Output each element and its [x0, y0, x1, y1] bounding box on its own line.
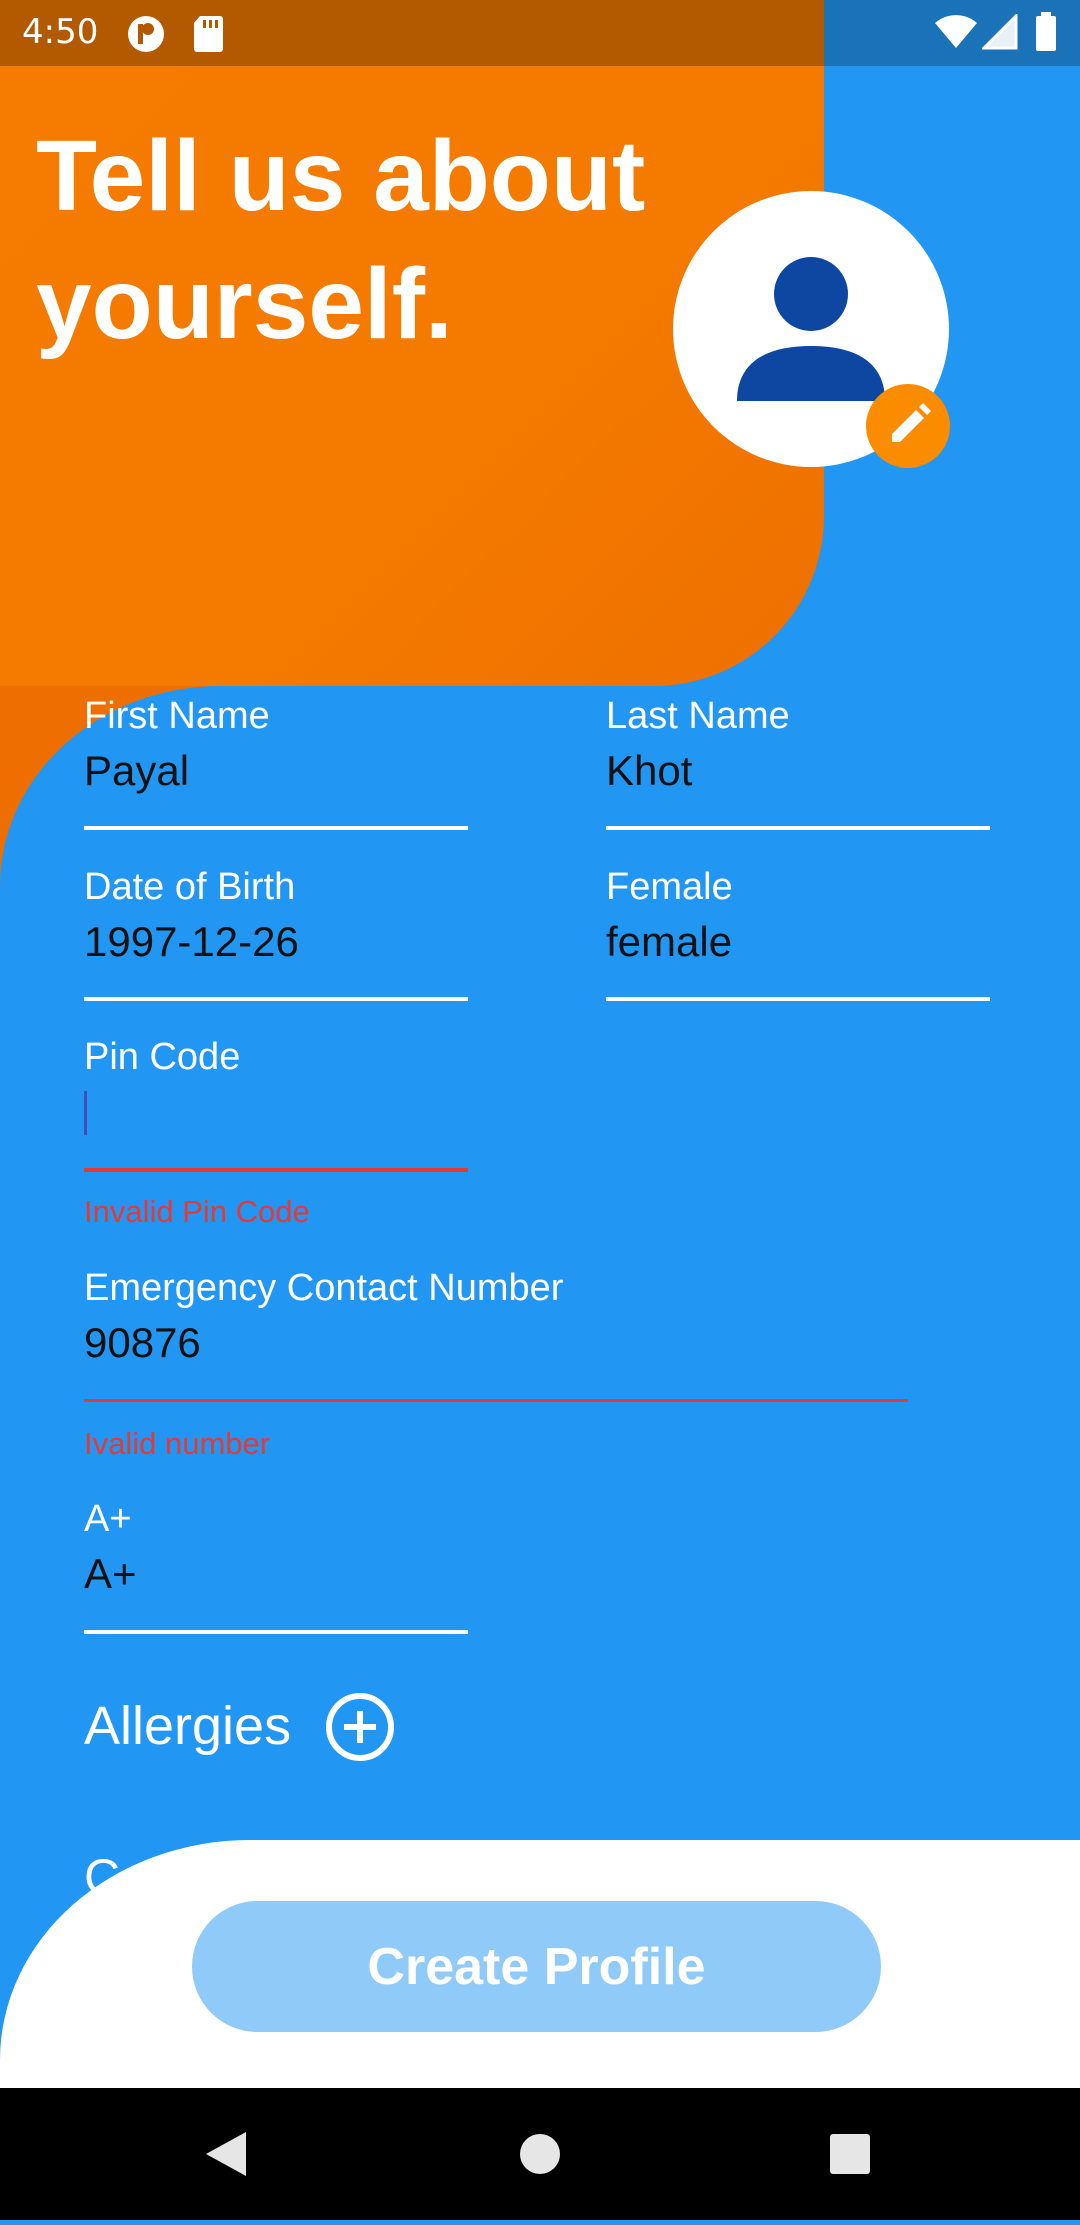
pencil-icon [892, 403, 931, 442]
pin-code-error: Invalid Pin Code [84, 1194, 310, 1229]
dob-underline [84, 997, 468, 1001]
emergency-contact-underline [84, 1399, 908, 1402]
blood-group-label: A+ [84, 1498, 132, 1540]
blood-group-underline [84, 1630, 468, 1634]
pin-code-field[interactable]: Pin Code [84, 1035, 468, 1175]
gender-label: Female [606, 866, 733, 908]
home-button[interactable] [480, 2088, 600, 2220]
page-title: Tell us about yourself. [36, 120, 646, 360]
first-name-field[interactable]: First Name Payal [84, 694, 468, 834]
navigation-bar [0, 2088, 1080, 2220]
pin-code-label: Pin Code [84, 1036, 241, 1078]
first-name-label: First Name [84, 695, 270, 737]
dob-field[interactable]: Date of Birth 1997-12-26 [84, 865, 468, 1005]
blood-group-select[interactable]: A+ [84, 1549, 468, 1599]
gender-field[interactable]: Female female [606, 865, 990, 1005]
gender-select[interactable]: female [606, 917, 990, 967]
last-name-input[interactable]: Khot [606, 746, 990, 796]
pin-code-input[interactable] [84, 1087, 468, 1137]
emergency-contact-label: Emergency Contact Number [84, 1267, 564, 1309]
emergency-contact-input[interactable]: 90876 [84, 1318, 908, 1368]
emergency-contact-error: Ivalid number [84, 1426, 271, 1461]
first-name-input[interactable]: Payal [84, 746, 468, 796]
dob-label: Date of Birth [84, 866, 296, 908]
sd-card-icon [194, 16, 223, 52]
text-cursor [84, 1091, 87, 1135]
recents-button[interactable] [790, 2088, 910, 2220]
pin-code-underline [84, 1168, 468, 1172]
cell-signal-icon [982, 14, 1018, 50]
battery-icon [1036, 12, 1056, 51]
create-profile-button[interactable]: Create Profile [192, 1901, 881, 2032]
first-name-underline [84, 826, 468, 830]
gender-underline [606, 997, 990, 1001]
add-circle-icon[interactable] [325, 1692, 395, 1762]
last-name-underline [606, 826, 990, 830]
status-bar-left [0, 0, 824, 66]
emergency-contact-field[interactable]: Emergency Contact Number 90876 [84, 1266, 908, 1406]
last-name-field[interactable]: Last Name Khot [606, 694, 990, 834]
home-icon [520, 2134, 560, 2174]
notification-app-icon [128, 16, 164, 52]
status-bar: 4:50 [0, 0, 1080, 66]
blood-group-field[interactable]: A+ A+ [84, 1497, 468, 1637]
last-name-label: Last Name [606, 695, 790, 737]
recents-icon [830, 2134, 870, 2174]
status-time: 4:50 [22, 12, 99, 52]
back-icon [206, 2132, 246, 2176]
edit-avatar-button[interactable] [866, 384, 950, 468]
dob-input[interactable]: 1997-12-26 [84, 917, 468, 967]
back-button[interactable] [166, 2088, 286, 2220]
allergies-label: Allergies [84, 1696, 292, 1756]
wifi-icon [935, 15, 977, 48]
